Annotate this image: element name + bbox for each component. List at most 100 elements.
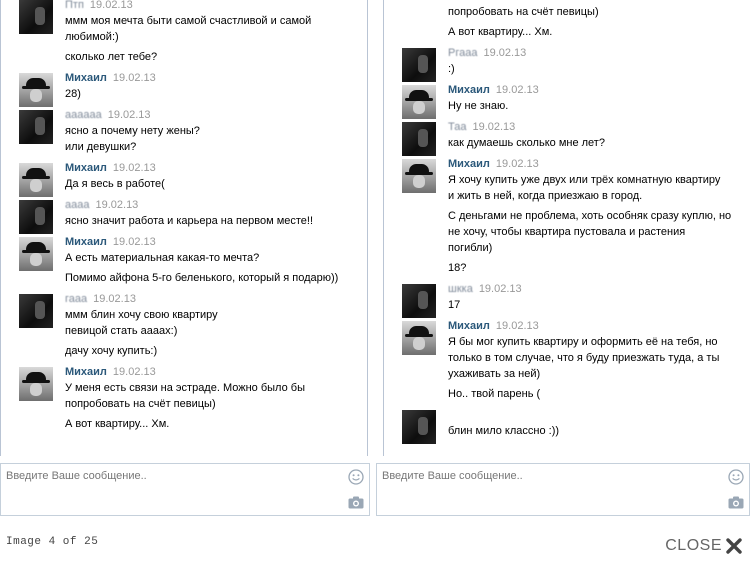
message-text: С деньгами не проблема, хоть особняк сра…: [448, 210, 732, 222]
chat-message: Михаил 19.02.13 А есть материальная какая-…: [1, 235, 367, 286]
message-header: гааа 19.02.13: [65, 292, 367, 307]
chat-message: блин мило классно :)): [384, 408, 750, 444]
message-header: Птп 19.02.13: [65, 0, 367, 13]
avatar[interactable]: [19, 294, 53, 328]
author-link[interactable]: Михаил: [65, 366, 107, 378]
message-text: 18?: [448, 262, 467, 274]
message-text: погибли): [448, 242, 493, 254]
message-text: как думаешь сколько мне лет?: [448, 137, 605, 149]
right-message-input[interactable]: Введите Ваше сообщение..: [376, 463, 750, 516]
avatar[interactable]: [19, 73, 53, 107]
close-x-icon: [726, 538, 742, 554]
message-header: Ргааа 19.02.13: [448, 46, 750, 61]
message-date: 19.02.13: [89, 0, 133, 11]
message-text: Я бы мог купить квартиру и оформить её н…: [448, 336, 718, 348]
message-text: дачу хочу купить:): [65, 345, 158, 357]
right-cutoff-message: попробовать на счёт певицы) А вот кварти…: [384, 4, 750, 40]
avatar[interactable]: [19, 110, 53, 144]
chat-message: Михаил 19.02.13 Я бы мог купить квартиру и…: [384, 319, 750, 402]
left-message-input[interactable]: Введите Ваше сообщение..: [0, 463, 370, 516]
chat-message: Птп 19.02.13 ммм моя мечта быти самой счас…: [1, 0, 367, 65]
author-link[interactable]: гааа: [65, 293, 87, 305]
message-header: аааааа 19.02.13: [65, 108, 367, 123]
author-link[interactable]: Михаил: [65, 236, 107, 248]
message-text: Я хочу купить уже двух или трёх комнатну…: [448, 174, 721, 186]
message-text: певицой стать аааах:): [65, 325, 178, 337]
message-text: А вот квартиру... Хм.: [448, 26, 553, 38]
message-date: 19.02.13: [472, 121, 516, 133]
author-link[interactable]: Михаил: [448, 84, 490, 96]
message-text: ухаживать за ней): [448, 368, 541, 380]
message-text: Ну не знаю.: [448, 100, 509, 112]
author-link[interactable]: Михаил: [448, 158, 490, 170]
author-link[interactable]: Таа: [448, 121, 466, 133]
avatar[interactable]: [19, 200, 53, 234]
avatar[interactable]: [19, 367, 53, 401]
smile-icon[interactable]: [348, 469, 364, 485]
avatar[interactable]: [19, 237, 53, 271]
message-date: 19.02.13: [483, 47, 527, 59]
message-text: ясно а почему нету жены?: [65, 125, 200, 137]
message-text: попробовать на счёт певицы): [65, 398, 216, 410]
message-header: шкка 19.02.13: [448, 282, 750, 297]
camera-icon[interactable]: [348, 496, 364, 509]
message-text: ммм блин хочу свою квартиру: [65, 309, 218, 321]
author-link[interactable]: Михаил: [65, 162, 107, 174]
avatar[interactable]: [402, 321, 436, 355]
author-link[interactable]: шкка: [448, 283, 473, 295]
camera-icon[interactable]: [728, 496, 744, 509]
message-header: Михаил 19.02.13: [65, 365, 367, 380]
message-text: и жить в ней, когда приезжаю в город.: [448, 190, 643, 202]
message-date: 19.02.13: [112, 72, 156, 84]
author-link[interactable]: Ргааа: [448, 47, 477, 59]
message-header: [448, 408, 750, 423]
avatar[interactable]: [402, 48, 436, 82]
avatar[interactable]: [402, 284, 436, 318]
right-chat-history[interactable]: попробовать на счёт певицы) А вот кварти…: [383, 0, 750, 456]
message-input-placeholder: Введите Ваше сообщение..: [382, 470, 523, 482]
chat-message: Михаил 19.02.13 Я хочу купить уже двух или…: [384, 157, 750, 276]
message-text: Помимо айфона 5-го беленького, который я…: [65, 272, 339, 284]
chat-message: Михаил 19.02.13 Ну не знаю.: [384, 83, 750, 119]
chat-message: Михаил 19.02.13 Да я весь в работе(: [1, 161, 367, 197]
message-header: Михаил 19.02.13: [65, 71, 367, 86]
left-message-feed: Птп 19.02.13 ммм моя мечта быти самой счас…: [1, 0, 367, 438]
avatar[interactable]: [402, 410, 436, 444]
message-text: :): [448, 63, 455, 75]
message-date: 19.02.13: [495, 320, 539, 332]
author-link[interactable]: Птп: [65, 0, 84, 11]
left-chat-history[interactable]: Птп 19.02.13 ммм моя мечта быти самой счас…: [0, 0, 368, 456]
smile-icon[interactable]: [728, 469, 744, 485]
message-header: Михаил 19.02.13: [65, 235, 367, 250]
message-text: У меня есть связи на эстраде. Можно было…: [65, 382, 305, 394]
author-link[interactable]: Михаил: [448, 320, 490, 332]
message-header: Михаил 19.02.13: [65, 161, 367, 176]
close-label: CLOSE: [665, 537, 722, 554]
message-date: 19.02.13: [112, 366, 156, 378]
author-link[interactable]: Михаил: [65, 72, 107, 84]
message-text: ммм моя мечта быти самой счастливой и са…: [65, 15, 312, 27]
chat-message: Таа 19.02.13 как думаешь сколько мне лет?: [384, 120, 750, 156]
message-input-placeholder: Введите Ваше сообщение..: [6, 470, 147, 482]
message-text: Но.. твой парень (: [448, 388, 541, 400]
message-date: 19.02.13: [495, 84, 539, 96]
chat-message: Ргааа 19.02.13:): [384, 46, 750, 82]
message-header: Михаил 19.02.13: [448, 83, 750, 98]
author-link[interactable]: аааааа: [65, 109, 102, 121]
image-counter: Image 4 of 25: [6, 536, 99, 548]
chat-message: Михаил 19.02.13 28): [1, 71, 367, 107]
avatar[interactable]: [402, 85, 436, 119]
chat-message: Михаил 19.02.13 У меня есть связи на эстра…: [1, 365, 367, 432]
chat-message: шкка 19.02.13 17: [384, 282, 750, 318]
close-button[interactable]: CLOSE: [665, 536, 742, 556]
message-text: любимой:): [65, 31, 119, 43]
avatar[interactable]: [402, 159, 436, 193]
message-text: блин мило классно :)): [448, 425, 560, 437]
message-header: аааа 19.02.13: [65, 198, 367, 213]
avatar[interactable]: [19, 0, 53, 34]
avatar[interactable]: [19, 163, 53, 197]
message-date: 19.02.13: [112, 162, 156, 174]
avatar[interactable]: [402, 122, 436, 156]
message-text: сколько лет тебе?: [65, 51, 158, 63]
author-link[interactable]: аааа: [65, 199, 89, 211]
